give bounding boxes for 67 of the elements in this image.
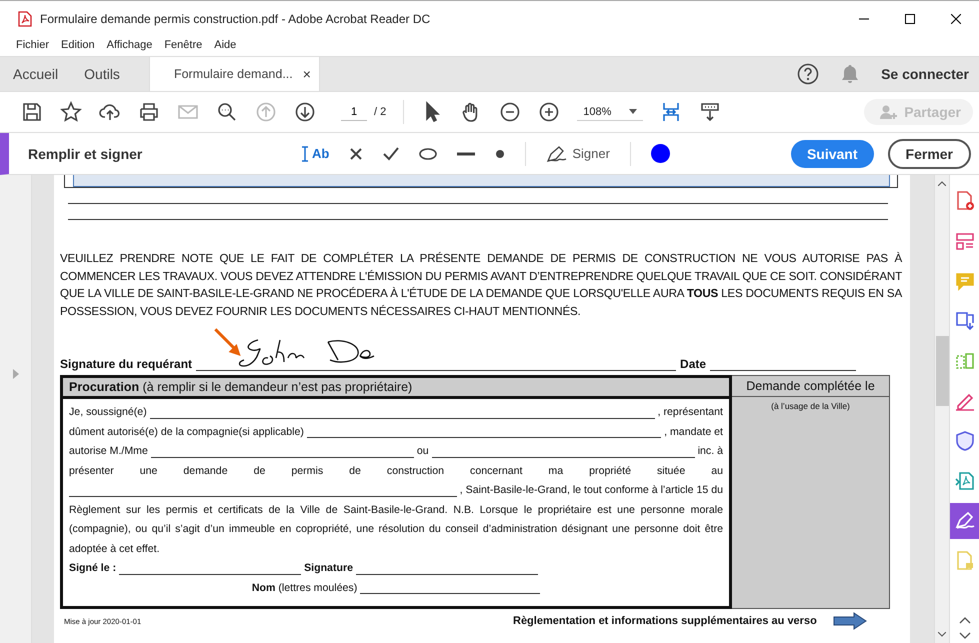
save-icon[interactable] [21, 101, 43, 123]
print-icon[interactable] [138, 101, 160, 123]
page-count: / 2 [374, 106, 386, 118]
maximize-icon [905, 14, 915, 24]
add-user-icon [880, 104, 898, 120]
tab-close-button[interactable]: × [302, 66, 311, 82]
signature-label: Signature du requérant [60, 357, 192, 371]
close-tool-button[interactable]: Fermer [888, 138, 971, 168]
next-button[interactable]: Suivant [790, 140, 874, 168]
find-icon[interactable] [216, 101, 238, 123]
tab[interactable]: Accueil [0, 57, 72, 91]
tab[interactable]: Formulaire demand... × [148, 57, 320, 91]
form-text: Signé le : [69, 561, 116, 576]
tab[interactable]: Outils [71, 57, 133, 91]
color-swatch[interactable] [650, 144, 670, 163]
procuration-header: Procuration (à remplir si le demandeur n’est pas propriétaire) [63, 378, 729, 399]
form-paragraph: Règlement sur les permis et certificats de la Ville de Saint-Basile-le-Grand. N.B. Lorsque le propriétaire est une personne morale (compagnie), ou qu’il s’agit d’un immeuble en copropriété, une résolution du conseil d’administration désignant une personne doit être adoptée à cet effet. [69, 502, 723, 556]
verso-note: Règlementation et informations supplémentaires au verso [513, 615, 817, 627]
caret-icon [629, 109, 638, 114]
menu-item[interactable]: Fenêtre [164, 39, 202, 51]
scrollbar-thumb[interactable] [936, 336, 948, 406]
menu-item[interactable]: Affichage [106, 39, 152, 51]
text-cursor-icon [302, 146, 308, 162]
close-icon [951, 14, 961, 24]
form-text: présenter une demande de permis de construction concernant ma propriété située au [69, 464, 723, 478]
form-text: , représentant [658, 405, 723, 420]
menu-item[interactable]: Aide [214, 39, 236, 51]
right-arrow-icon [832, 612, 867, 630]
add-text-button[interactable]: Ab [302, 146, 330, 162]
cross-icon[interactable] [349, 146, 364, 160]
sign-in-link[interactable]: Se connecter [881, 66, 969, 82]
form-text: autorise M./Mme [69, 444, 148, 459]
read-icon[interactable] [699, 101, 722, 123]
toolbar-title: Remplir et signer [28, 146, 144, 162]
form-text: ou [416, 444, 429, 459]
line-icon[interactable] [457, 152, 476, 156]
form-text: dûment autorisé(e) de la compagnie(si applicable) [69, 424, 304, 440]
form-text: , Saint-Basile-le-Grand, le tout conforme à l’article 15 du [460, 483, 723, 498]
scroll-up-icon[interactable] [958, 617, 970, 624]
scroll-down-icon[interactable] [938, 632, 946, 637]
scroll-up-icon[interactable] [938, 181, 946, 186]
scroll-down-icon[interactable] [958, 632, 970, 639]
form-text: Signature [304, 561, 353, 576]
window-title: Formulaire demande permis construction.pdf - Adobe Acrobat Reader DC [40, 12, 430, 26]
ellipse-icon[interactable] [419, 148, 438, 160]
scrollbar[interactable] [934, 175, 949, 643]
notice-paragraph: VEUILLEZ PRENDRE NOTE QUE LE FAIT DE COMPLÉTER LA PRÉSENTE DEMANDE DE PERMIS DE CONSTRUCTION NE VOUS AUTORISE PAS À COMMENCER LES TRAVAUX. VOUS DEVEZ ATTENDRE L'ÉMISSION DU PERMIS AVANT D’ENTREPRENDRE QUELQUE TRAVAIL QUE CE SOIT. CONSIDÉRANT QUE LA VILLE DE SAINT-BASILE-LE-GRAND NE PROCÉDERA À L'ÉTUDE DE LA DEMANDE QUE LORSQU'ELLE AURA TOUS LES DOCUMENTS REQUIS EN SA POSSESSION, VOUS DEVEZ FOURNIR LES DOCUMENTS NÉCESSAIRES CI-HAUT MENTIONNÉS. [60, 251, 902, 320]
office-use-note: (à l’usage de la Ville) [770, 400, 851, 411]
sign-button[interactable]: Signer [546, 144, 610, 162]
zoom-out-icon[interactable] [499, 101, 522, 123]
checkmark-icon[interactable] [383, 146, 400, 160]
next-icon[interactable] [294, 101, 316, 123]
menu-item[interactable]: Fichier [16, 39, 50, 51]
form-text: , mandate et [664, 424, 723, 440]
pen-icon [546, 144, 568, 162]
zoom-in-icon[interactable] [538, 101, 560, 123]
sign-tool-icon[interactable] [950, 503, 979, 539]
menu-item[interactable]: Edition [61, 39, 95, 51]
dot-icon[interactable] [495, 148, 506, 158]
form-text: inc. à [698, 444, 724, 459]
star-icon[interactable] [60, 101, 82, 123]
form-text: Je, soussigné(e) [69, 405, 147, 420]
form-text: Nom (lettres moulées) [252, 580, 358, 596]
date-label: Date [680, 357, 706, 371]
pdf-icon [18, 10, 32, 26]
zoom-dropdown[interactable]: 108% [577, 104, 644, 120]
help-icon[interactable] [797, 63, 820, 85]
